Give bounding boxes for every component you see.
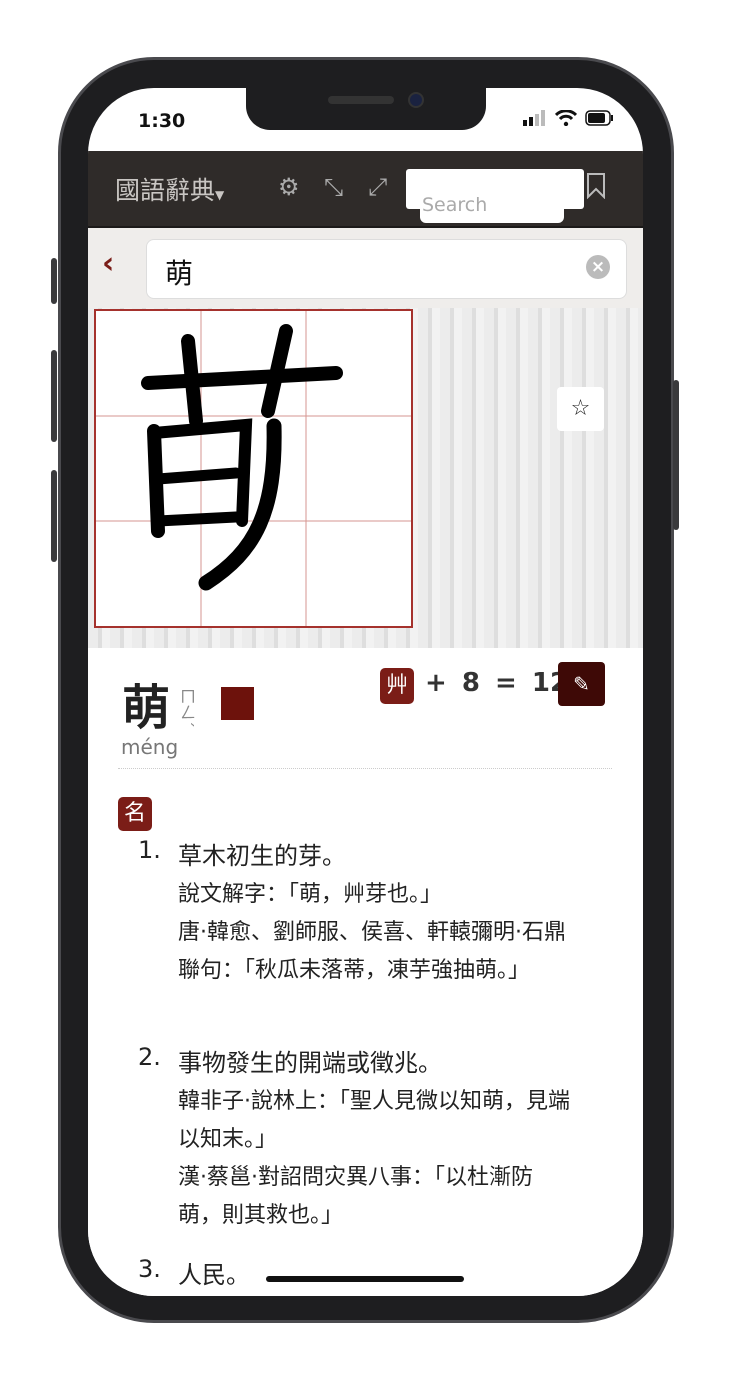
back-chevron-icon[interactable]: ‹ bbox=[102, 246, 114, 281]
favorite-star-button[interactable]: ☆ bbox=[557, 387, 604, 431]
query-value: 萌 bbox=[165, 257, 194, 290]
pinyin: méng bbox=[121, 735, 179, 759]
status-time: 1:30 bbox=[138, 110, 186, 132]
bookmark-icon[interactable] bbox=[586, 173, 606, 199]
expand-icon[interactable]: ⤢ bbox=[368, 173, 387, 201]
pencil-icon: ✎ bbox=[573, 672, 590, 696]
wifi-icon bbox=[555, 110, 577, 126]
volume-up-button bbox=[51, 350, 57, 442]
definition-example: 說文解字：「萌，艸芽也。」 bbox=[178, 882, 443, 907]
audio-play-button[interactable] bbox=[221, 687, 254, 720]
definition-text: 草木初生的芽。 bbox=[178, 842, 346, 870]
definition-number: 1. bbox=[138, 836, 161, 864]
edit-button[interactable]: ✎ bbox=[558, 662, 605, 706]
stroke-count: + 8 = 12 bbox=[425, 668, 568, 698]
stroke-order-canvas[interactable] bbox=[94, 309, 413, 628]
definition-example: 唐·韓愈、劉師服、侯喜、軒轅彌明·石鼎聯句：「秋瓜未落蒂，凍芋強抽萌。」 bbox=[178, 920, 566, 983]
gears-icon[interactable]: ⚙ bbox=[278, 173, 300, 201]
notch bbox=[246, 88, 486, 130]
status-icons bbox=[523, 110, 615, 126]
power-button bbox=[673, 380, 679, 530]
stroke-animation bbox=[96, 311, 411, 626]
query-row: ‹ 萌 × bbox=[88, 228, 643, 308]
definition-item: 3. 人民。 bbox=[138, 1255, 608, 1295]
app-title: 國語辭典 bbox=[115, 176, 216, 205]
search-input[interactable]: Search bbox=[420, 191, 564, 223]
volume-down-button bbox=[51, 470, 57, 562]
entry-content: 萌 ㄇㄥˊ méng 艸 + 8 = 12 ✎ 名 1. 草木初生的芽。 說文解… bbox=[88, 648, 643, 1296]
definition-example: 韓非子·說林上：「聖人見微以知萌，見端以知末。」 bbox=[178, 1089, 570, 1152]
clear-icon[interactable]: × bbox=[586, 255, 610, 279]
part-of-speech-badge: 名 bbox=[118, 797, 152, 831]
battery-icon bbox=[585, 110, 613, 126]
bopomofo: ㄇㄥˊ bbox=[177, 688, 196, 728]
caret-down-icon: ▼ bbox=[215, 188, 225, 202]
definition-text: 事物發生的開端或徵兆。 bbox=[178, 1049, 442, 1077]
equals: = bbox=[495, 668, 517, 698]
compress-icon[interactable]: ⤡ bbox=[324, 173, 343, 201]
query-input[interactable]: 萌 × bbox=[146, 239, 627, 299]
divider bbox=[118, 768, 612, 769]
definition-item: 2. 事物發生的開端或徵兆。 韓非子·說林上：「聖人見微以知萌，見端以知末。」 … bbox=[138, 1043, 608, 1235]
definition-text: 人民。 bbox=[178, 1261, 250, 1289]
home-indicator[interactable] bbox=[266, 1276, 464, 1282]
stroke-order-area: ☆ bbox=[88, 308, 643, 648]
dictionary-selector[interactable]: 國語辭典▼ bbox=[115, 171, 224, 207]
definition-example: 漢·蔡邕·對詔問灾異八事：「以杜漸防萌，則其救也。」 bbox=[178, 1165, 533, 1228]
app-header: 國語辭典▼ ⚙ ⤡ ⤢ Search bbox=[88, 151, 643, 228]
star-icon: ☆ bbox=[570, 396, 591, 421]
signal-icon bbox=[523, 110, 545, 126]
definition-number: 3. bbox=[138, 1255, 161, 1283]
definition-number: 2. bbox=[138, 1043, 161, 1071]
entry-character: 萌 bbox=[122, 680, 171, 736]
radical-plus: + 8 bbox=[425, 668, 480, 698]
mute-switch bbox=[51, 258, 57, 304]
radical-badge[interactable]: 艸 bbox=[380, 668, 414, 704]
screen: 1:30 國語辭典▼ ⚙ ⤡ ⤢ Search ‹ 萌 × ☆ 萌 ㄇㄥˊ mé… bbox=[88, 88, 643, 1296]
definition-item: 1. 草木初生的芽。 說文解字：「萌，艸芽也。」 唐·韓愈、劉師服、侯喜、軒轅彌… bbox=[138, 836, 608, 990]
